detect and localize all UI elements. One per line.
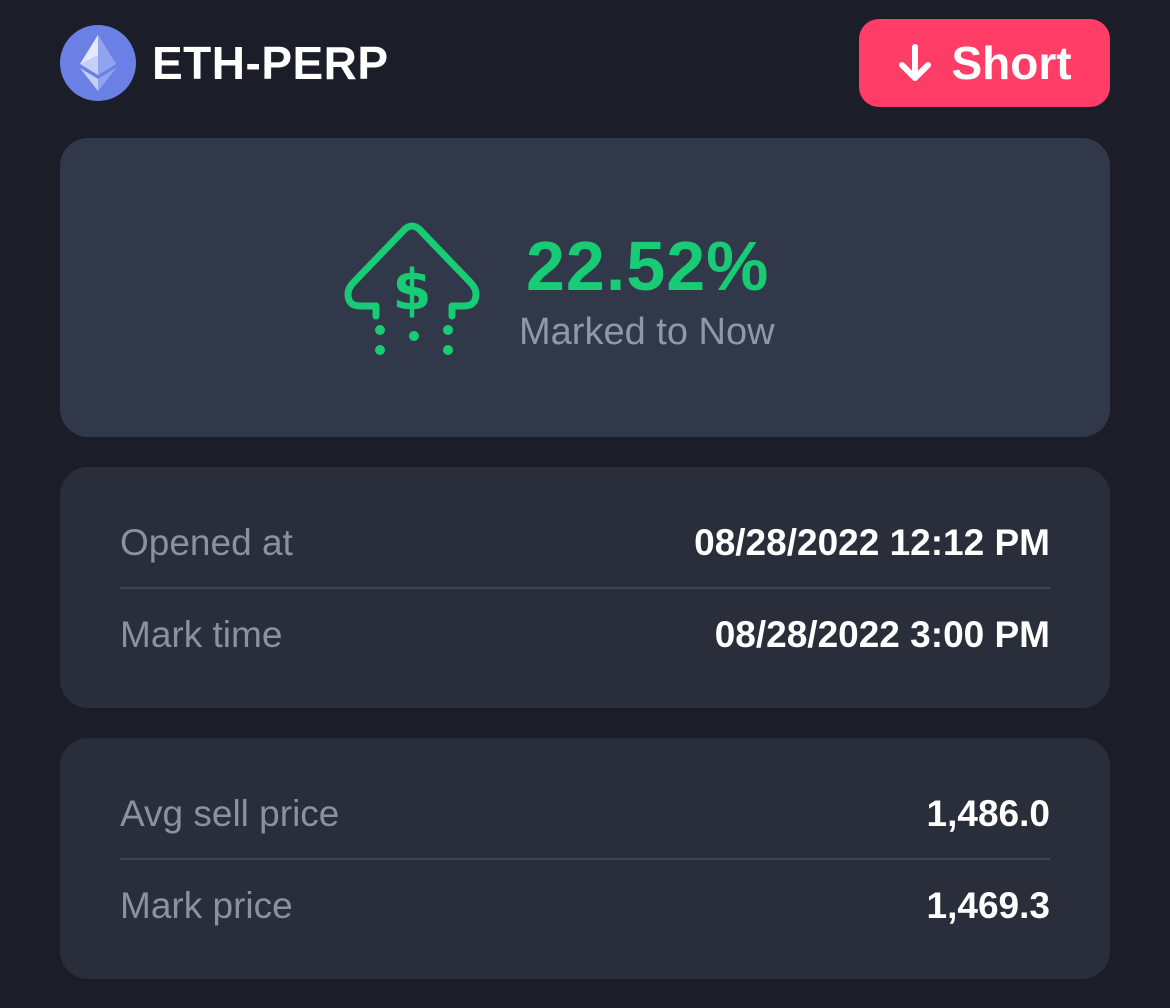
pnl-card: $ 22.52% Marked to Now (60, 138, 1110, 437)
opened-at-row: Opened at 08/28/2022 12:12 PM (120, 513, 1050, 573)
ethereum-icon (60, 25, 136, 101)
money-up-arrow-icon: $ (344, 222, 480, 355)
svg-text:$: $ (393, 258, 432, 323)
mark-price-label: Mark price (120, 885, 293, 926)
position-detail: ETH-PERP Short $ 22.52% Marked to Now Op… (0, 0, 1170, 1008)
short-button-label: Short (951, 37, 1072, 89)
arrow-down-icon (897, 43, 933, 83)
opened-at-label: Opened at (120, 522, 293, 563)
mark-time-label: Mark time (120, 614, 283, 655)
time-info-card: Opened at 08/28/2022 12:12 PM Mark time … (60, 467, 1110, 708)
price-info-card: Avg sell price 1,486.0 Mark price 1,469.… (60, 738, 1110, 979)
divider (120, 858, 1050, 860)
mark-time-value: 08/28/2022 3:00 PM (714, 614, 1050, 655)
avg-sell-price-value: 1,486.0 (926, 793, 1050, 834)
mark-time-row: Mark time 08/28/2022 3:00 PM (120, 605, 1050, 665)
market-info: ETH-PERP (60, 25, 389, 101)
short-button[interactable]: Short (859, 19, 1110, 107)
avg-sell-price-label: Avg sell price (120, 793, 340, 834)
opened-at-value: 08/28/2022 12:12 PM (694, 522, 1050, 563)
mark-price-value: 1,469.3 (926, 885, 1050, 926)
avg-sell-price-row: Avg sell price 1,486.0 (120, 784, 1050, 844)
mark-price-row: Mark price 1,469.3 (120, 876, 1050, 936)
pnl-label: Marked to Now (519, 311, 775, 353)
market-name: ETH-PERP (152, 37, 389, 89)
header: ETH-PERP Short (60, 18, 1110, 108)
pnl-percentage: 22.52% (526, 227, 770, 305)
divider (120, 587, 1050, 589)
